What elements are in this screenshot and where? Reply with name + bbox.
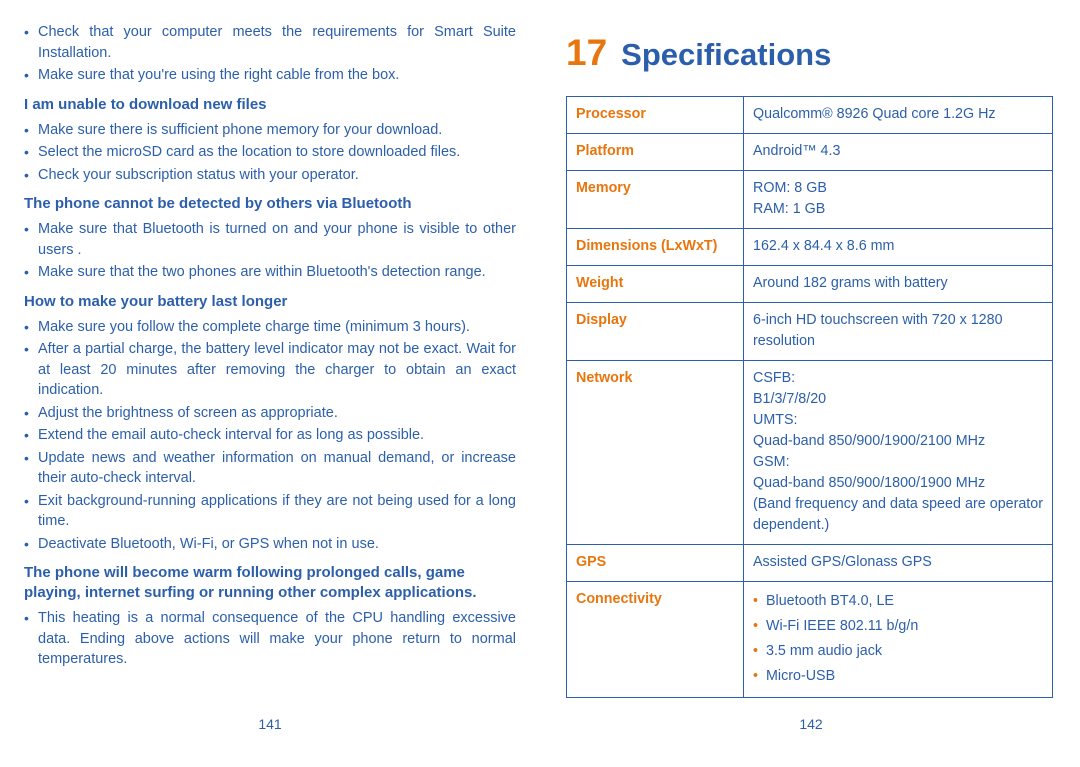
spec-value-line: Qualcomm® 8926 Quad core 1.2G Hz xyxy=(753,106,996,122)
list-item: After a partial charge, the battery leve… xyxy=(24,339,516,401)
left-page-number: 141 xyxy=(258,716,282,732)
spec-bullet-item: 3.5 mm audio jack xyxy=(753,639,1043,664)
spec-value-line: GSM: xyxy=(753,454,790,470)
bullet-list: Make sure that Bluetooth is turned on an… xyxy=(24,219,516,283)
list-item: Exit background-running applications if … xyxy=(24,491,516,532)
section-heading: How to make your battery last longer xyxy=(24,292,288,310)
chapter-title: Specifications xyxy=(621,37,832,72)
list-item: Adjust the brightness of screen as appro… xyxy=(24,403,516,424)
list-item: Make sure you follow the complete charge… xyxy=(24,317,516,338)
right-page-content: 17 Specifications Processor Qualcomm® 892… xyxy=(566,22,1056,698)
spec-value-line: (Band frequency and data speed are opera… xyxy=(753,496,1043,533)
spec-value-line: ROM: 8 GB xyxy=(753,180,827,196)
spec-value-line: UMTS: xyxy=(753,412,798,428)
spec-value-line: 162.4 x 84.4 x 8.6 mm xyxy=(753,238,895,254)
table-row: Platform Android™ 4.3 xyxy=(566,133,1053,171)
spec-label: Weight xyxy=(566,265,744,303)
spec-bullet-item: Wi-Fi IEEE 802.11 b/g/n xyxy=(753,614,1043,639)
spec-label: GPS xyxy=(566,544,744,582)
list-item: Make sure that Bluetooth is turned on an… xyxy=(24,219,516,260)
spec-value-line: Android™ 4.3 xyxy=(753,143,841,159)
spec-value: Bluetooth BT4.0, LEWi-Fi IEEE 802.11 b/g… xyxy=(743,581,1053,698)
bullet-list: Make sure there is sufficient phone memo… xyxy=(24,120,516,186)
list-item: Make sure there is sufficient phone memo… xyxy=(24,120,516,141)
spec-value: CSFB: B1/3/7/8/20 UMTS: Quad-band 850/900/1… xyxy=(743,360,1053,545)
spec-bullet-item: Bluetooth BT4.0, LE xyxy=(753,589,1043,614)
spec-label: Processor xyxy=(566,96,744,134)
spec-value: Qualcomm® 8926 Quad core 1.2G Hz xyxy=(743,96,1053,134)
table-row: ConnectivityBluetooth BT4.0, LEWi-Fi IEE… xyxy=(566,581,1053,698)
section-heading: The phone will become warm following pro… xyxy=(24,564,477,601)
spec-bullet-item: Micro-USB xyxy=(753,664,1043,689)
table-row: Dimensions (LxWxT) 162.4 x 84.4 x 8.6 mm xyxy=(566,228,1053,266)
spec-label: Memory xyxy=(566,170,744,229)
list-item: Make sure that you're using the right ca… xyxy=(24,65,516,86)
spec-value: 6-inch HD touchscreen with 720 x 1280 re… xyxy=(743,302,1053,361)
list-item: Extend the email auto-check interval for… xyxy=(24,425,516,446)
spec-value-line: Quad-band 850/900/1900/2100 MHz xyxy=(753,433,986,449)
spec-value: 162.4 x 84.4 x 8.6 mm xyxy=(743,228,1053,266)
spec-bullet-list: Bluetooth BT4.0, LEWi-Fi IEEE 802.11 b/g… xyxy=(753,589,1043,689)
spec-value-line: 6-inch HD touchscreen with 720 x 1280 re… xyxy=(753,312,1003,349)
list-item: Update news and weather information on m… xyxy=(24,448,516,489)
spec-value-line: RAM: 1 GB xyxy=(753,201,826,217)
chapter-number: 17 xyxy=(566,32,608,73)
table-row: GPS Assisted GPS/Glonass GPS xyxy=(566,544,1053,582)
left-page-content: Check that your computer meets the requi… xyxy=(24,22,516,672)
specifications-table: Processor Qualcomm® 8926 Quad core 1.2G H… xyxy=(566,96,1053,698)
table-row: Processor Qualcomm® 8926 Quad core 1.2G H… xyxy=(566,96,1053,134)
list-item: Deactivate Bluetooth, Wi-Fi, or GPS when… xyxy=(24,534,516,555)
manual-spread: Check that your computer meets the requi… xyxy=(0,0,1080,767)
spec-value: ROM: 8 GB RAM: 1 GB xyxy=(743,170,1053,229)
spec-label: Platform xyxy=(566,133,744,171)
spec-value-line: B1/3/7/8/20 xyxy=(753,391,827,407)
table-row: Memory ROM: 8 GB RAM: 1 GB xyxy=(566,170,1053,229)
list-item: Check your subscription status with your… xyxy=(24,165,516,186)
chapter-heading: 17 Specifications xyxy=(566,32,1056,74)
spec-value-line: CSFB: xyxy=(753,370,796,386)
spec-value: Around 182 grams with battery xyxy=(743,265,1053,303)
spec-label: Display xyxy=(566,302,744,361)
spec-label: Network xyxy=(566,360,744,545)
spec-value: Assisted GPS/Glonass GPS xyxy=(743,544,1053,582)
spec-label: Connectivity xyxy=(566,581,744,698)
bullet-list: Make sure you follow the complete charge… xyxy=(24,317,516,555)
section-heading: The phone cannot be detected by others v… xyxy=(24,195,412,212)
list-item: This heating is a normal consequence of … xyxy=(24,608,516,670)
bullet-list: Check that your computer meets the requi… xyxy=(24,22,516,86)
spec-value-line: Assisted GPS/Glonass GPS xyxy=(753,554,932,570)
list-item: Select the microSD card as the location … xyxy=(24,142,516,163)
list-item: Check that your computer meets the requi… xyxy=(24,22,516,63)
spec-value-line: Quad-band 850/900/1800/1900 MHz xyxy=(753,475,986,491)
spec-label: Dimensions (LxWxT) xyxy=(566,228,744,266)
list-item: Make sure that the two phones are within… xyxy=(24,262,516,283)
spec-value-line: Around 182 grams with battery xyxy=(753,275,948,291)
section-heading: I am unable to download new files xyxy=(24,95,267,113)
spec-value: Android™ 4.3 xyxy=(743,133,1053,171)
table-row: Network CSFB: B1/3/7/8/20 UMTS: Quad-band 85… xyxy=(566,360,1053,545)
right-page-number: 142 xyxy=(799,716,823,732)
bullet-list: This heating is a normal consequence of … xyxy=(24,608,516,670)
table-row: Display 6-inch HD touchscreen with 720 x … xyxy=(566,302,1053,361)
table-row: Weight Around 182 grams with battery xyxy=(566,265,1053,303)
